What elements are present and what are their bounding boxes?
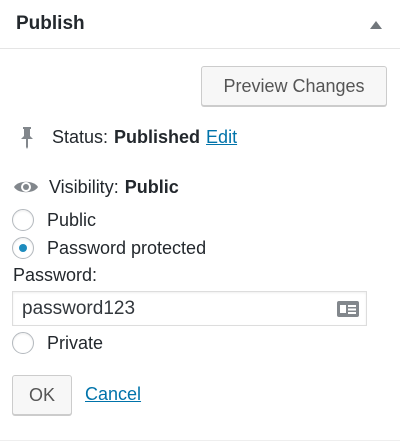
cancel-link[interactable]: Cancel xyxy=(85,384,141,405)
password-input[interactable]: password123 xyxy=(12,291,367,326)
radio-button-selected[interactable] xyxy=(12,237,34,259)
publish-panel: Publish Preview Changes Status: Publishe… xyxy=(0,0,400,441)
contact-card-icon[interactable] xyxy=(336,300,360,318)
radio-label: Password protected xyxy=(47,237,207,258)
status-value: Published xyxy=(114,126,201,147)
arrow-up-icon[interactable] xyxy=(370,21,382,29)
radio-private[interactable]: Private xyxy=(12,330,103,356)
ok-button[interactable]: OK xyxy=(12,375,72,415)
eye-icon xyxy=(14,181,38,193)
preview-changes-button[interactable]: Preview Changes xyxy=(201,66,387,106)
radio-button[interactable] xyxy=(12,332,34,354)
status-label: Status: xyxy=(52,126,109,147)
radio-label: Private xyxy=(47,332,104,353)
panel-header[interactable]: Publish xyxy=(0,0,400,49)
visibility-value: Public xyxy=(124,176,179,197)
panel-title: Publish xyxy=(16,13,85,34)
radio-public[interactable]: Public xyxy=(12,207,96,233)
password-value[interactable]: password123 xyxy=(22,298,336,320)
edit-status-link[interactable]: Edit xyxy=(206,127,237,148)
radio-label: Public xyxy=(47,209,97,230)
pin-icon xyxy=(21,127,33,149)
visibility-row: Visibility: Public xyxy=(12,174,179,200)
password-label: Password: xyxy=(13,265,98,285)
radio-password-protected[interactable]: Password protected xyxy=(12,235,206,261)
status-row: Status: Published Edit xyxy=(16,124,237,150)
radio-button[interactable] xyxy=(12,209,34,231)
visibility-label: Visibility: xyxy=(49,176,119,197)
